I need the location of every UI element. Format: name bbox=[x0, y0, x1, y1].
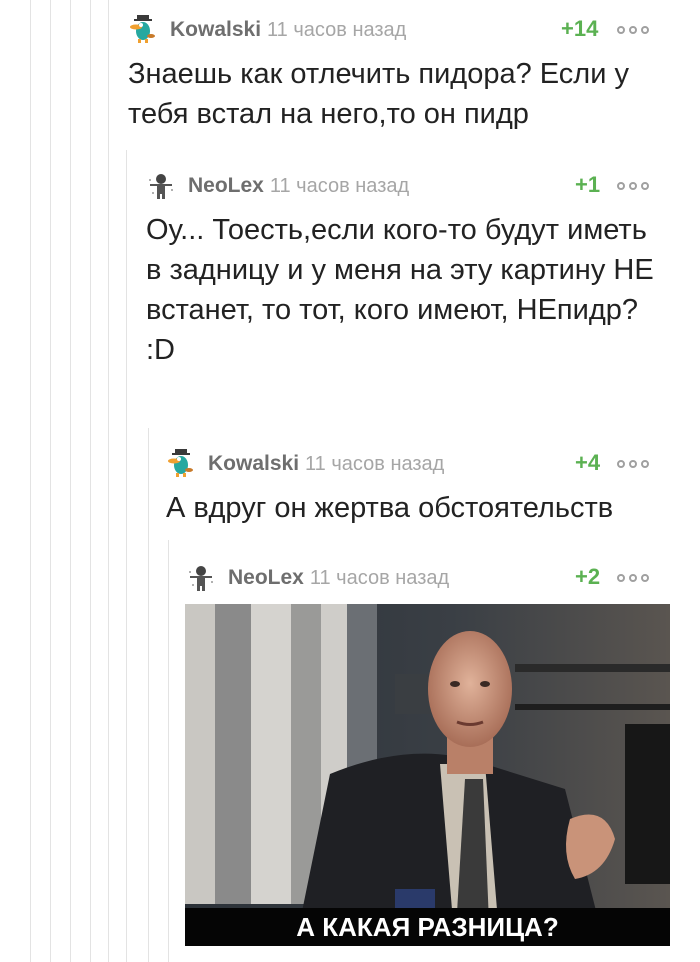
comment-header: Kowalski 11 часов назад +14 bbox=[128, 14, 668, 44]
more-icon[interactable] bbox=[617, 180, 657, 192]
author-name[interactable]: Kowalski 11 часов назад bbox=[208, 452, 444, 476]
comment-header: NeoLex 11 часов назад +1 bbox=[146, 170, 666, 200]
meme-image[interactable]: А КАКАЯ РАЗНИЦА? bbox=[185, 604, 670, 946]
comment-header: Kowalski 11 часов назад +4 bbox=[166, 448, 666, 478]
thread-line bbox=[126, 150, 127, 962]
comment-text: Знаешь как отлечить пидора? Если у тебя … bbox=[128, 58, 629, 130]
more-icon[interactable] bbox=[617, 24, 657, 36]
comment-time: 11 часов назад bbox=[269, 175, 410, 197]
author-name[interactable]: NeoLex 11 часов назад bbox=[228, 566, 449, 590]
neo-avatar[interactable] bbox=[146, 170, 176, 200]
platypus-avatar[interactable] bbox=[166, 448, 196, 478]
thread-line bbox=[90, 0, 91, 962]
thread-line bbox=[108, 0, 109, 962]
thread-line bbox=[30, 0, 31, 962]
rating: +1 bbox=[575, 172, 601, 197]
author-name[interactable]: NeoLex 11 часов назад bbox=[188, 174, 409, 198]
meme-picture bbox=[185, 604, 670, 946]
comment-text: Оу... Тоесть,если кого-то будут иметь в … bbox=[146, 214, 654, 366]
rating: +4 bbox=[575, 450, 601, 475]
comment-time: 11 часов назад bbox=[305, 453, 445, 475]
comment: NeoLex 11 часов назад +2 bbox=[186, 562, 670, 592]
meme-caption: А КАКАЯ РАЗНИЦА? bbox=[185, 908, 670, 946]
rating: +2 bbox=[575, 564, 601, 589]
comment: NeoLex 11 часов назад +1 Оу... Тоесть,есл… bbox=[146, 170, 666, 370]
rating: +14 bbox=[561, 16, 599, 41]
author-name[interactable]: Kowalski 11 часов назад bbox=[170, 18, 406, 42]
comment-header: NeoLex 11 часов назад +2 bbox=[186, 562, 670, 592]
comment: Kowalski 11 часов назад +14 Знаешь как от… bbox=[128, 14, 668, 134]
comment-text: А вдруг он жертва обстоятельств bbox=[166, 492, 614, 524]
thread-line bbox=[50, 0, 51, 962]
comment: Kowalski 11 часов назад +4 А вдруг он жер… bbox=[166, 448, 666, 528]
thread-line bbox=[70, 0, 71, 962]
more-icon[interactable] bbox=[617, 458, 657, 470]
neo-avatar[interactable] bbox=[186, 562, 216, 592]
thread-line bbox=[168, 540, 169, 962]
comment-time: 11 часов назад bbox=[309, 567, 450, 589]
more-icon[interactable] bbox=[617, 572, 657, 584]
thread-line bbox=[148, 428, 149, 962]
platypus-avatar[interactable] bbox=[128, 14, 158, 44]
comment-time: 11 часов назад bbox=[267, 19, 407, 41]
